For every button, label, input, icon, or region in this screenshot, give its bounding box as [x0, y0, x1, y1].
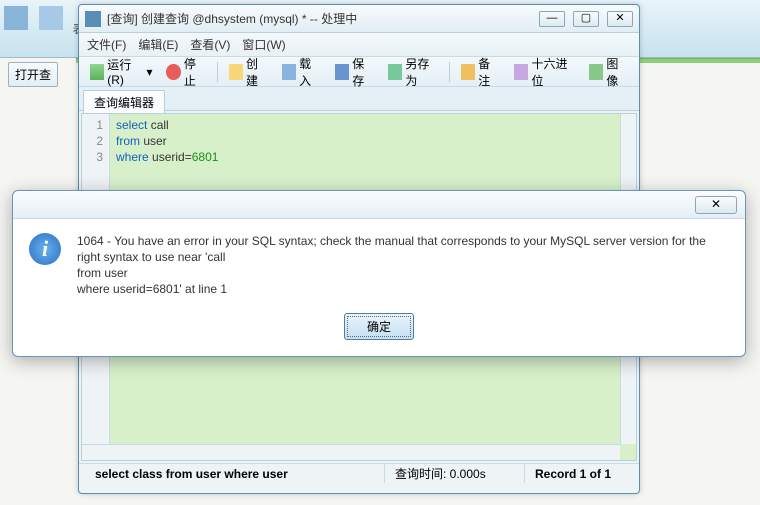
tab-query-editor[interactable]: 查询编辑器: [83, 90, 165, 115]
save-label: 保存: [352, 55, 374, 89]
code-line: select call: [116, 117, 218, 133]
horizontal-scrollbar[interactable]: [82, 444, 620, 460]
stop-icon: [166, 64, 180, 80]
titlebar: [查询] 创建查询 @dhsystem (mysql) * -- 处理中 — ▢…: [79, 5, 639, 33]
chevron-down-icon: ▾: [146, 65, 152, 79]
error-line: where userid=6801' at line 1: [77, 281, 729, 297]
bg-icon: [4, 6, 28, 30]
stop-button[interactable]: 停止: [161, 52, 210, 92]
menu-file[interactable]: 文件(F): [87, 36, 126, 53]
dialog-titlebar: ✕: [13, 191, 745, 219]
separator: [449, 62, 450, 82]
status-time: 查询时间: 0.000s: [385, 464, 525, 483]
note-icon: [461, 64, 475, 80]
line-number: 3: [82, 149, 103, 165]
hex-button[interactable]: 十六进位: [509, 52, 580, 92]
bg-icon: [39, 6, 63, 30]
save-icon: [335, 64, 349, 80]
info-icon: i: [29, 233, 61, 265]
separator: [217, 62, 218, 82]
close-button[interactable]: ✕: [607, 11, 633, 27]
identifier: userid=: [149, 150, 192, 164]
load-icon: [282, 64, 296, 80]
saveas-icon: [388, 64, 402, 80]
menu-window[interactable]: 窗口(W): [242, 36, 285, 53]
error-dialog: ✕ i 1064 - You have an error in your SQL…: [12, 190, 746, 357]
line-number: 1: [82, 117, 103, 133]
new-label: 创建: [246, 55, 268, 89]
keyword: from: [116, 134, 140, 148]
number: 6801: [192, 150, 219, 164]
run-label: 运行(R): [107, 56, 143, 87]
menu-view[interactable]: 查看(V): [190, 36, 230, 53]
dialog-message: 1064 - You have an error in your SQL syn…: [77, 233, 729, 297]
minimize-button[interactable]: —: [539, 11, 565, 27]
note-label: 备注: [478, 55, 500, 89]
keyword: where: [116, 150, 149, 164]
new-button[interactable]: 创建: [224, 52, 273, 92]
image-button[interactable]: 图像: [584, 52, 633, 92]
status-record: Record 1 of 1: [525, 464, 621, 483]
dialog-body: i 1064 - You have an error in your SQL s…: [13, 219, 745, 313]
app-icon: [85, 11, 101, 27]
code-line: from user: [116, 133, 218, 149]
run-button[interactable]: 运行(R)▾: [85, 53, 157, 90]
saveas-button[interactable]: 另存为: [383, 52, 443, 92]
load-label: 载入: [299, 55, 321, 89]
background-left-panel: 打开查: [8, 62, 78, 87]
dialog-close-button[interactable]: ✕: [695, 196, 737, 214]
error-line: from user: [77, 265, 729, 281]
error-line: 1064 - You have an error in your SQL syn…: [77, 233, 729, 265]
hex-label: 十六进位: [531, 55, 574, 89]
dialog-buttons: 确定: [13, 313, 745, 356]
saveas-label: 另存为: [405, 55, 438, 89]
load-button[interactable]: 载入: [277, 52, 326, 92]
maximize-button[interactable]: ▢: [573, 11, 599, 27]
menu-edit[interactable]: 编辑(E): [138, 36, 178, 53]
run-icon: [90, 64, 104, 80]
bg-open-button[interactable]: 打开查: [8, 62, 58, 87]
new-icon: [229, 64, 243, 80]
status-sql: select class from user where user: [85, 464, 385, 483]
ok-button[interactable]: 确定: [344, 313, 414, 340]
stop-label: 停止: [184, 55, 206, 89]
status-bar: select class from user where user 查询时间: …: [79, 463, 639, 483]
note-button[interactable]: 备注: [456, 52, 505, 92]
save-button[interactable]: 保存: [330, 52, 379, 92]
toolbar: 运行(R)▾ 停止 创建 载入 保存 另存为 备注 十六进位 图像: [79, 57, 639, 87]
hex-icon: [514, 64, 528, 80]
keyword: select: [116, 118, 147, 132]
line-number: 2: [82, 133, 103, 149]
identifier: user: [140, 134, 167, 148]
window-title: [查询] 创建查询 @dhsystem (mysql) * -- 处理中: [107, 10, 539, 27]
code-line: where userid=6801: [116, 149, 218, 165]
image-label: 图像: [606, 55, 628, 89]
image-icon: [589, 64, 603, 80]
identifier: call: [147, 118, 168, 132]
